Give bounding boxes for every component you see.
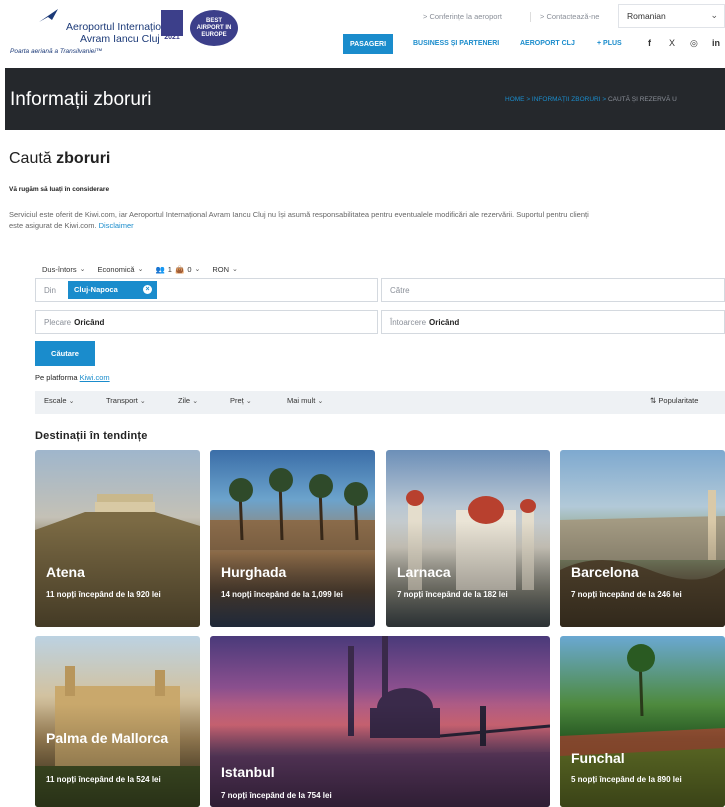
chevron-down-icon: ⌄ xyxy=(710,10,718,20)
chevron-down-icon: ⌄ xyxy=(245,398,252,405)
chevron-down-icon: ⌄ xyxy=(317,398,324,405)
filter-more[interactable]: Mai mult ⌄ xyxy=(287,396,323,409)
trip-type-select[interactable]: Dus-întors ⌄ xyxy=(42,262,85,276)
card-city: Istanbul xyxy=(221,764,275,780)
chevron-down-icon: ⌄ xyxy=(192,398,199,405)
filter-days[interactable]: Zile ⌄ xyxy=(178,396,198,409)
destination-card-barcelona[interactable]: Barcelona 7 nopți începând de la 246 lei xyxy=(560,450,725,627)
bag-icon: 👜 xyxy=(174,264,185,274)
destination-card-istanbul[interactable]: Istanbul 7 nopți începând de la 754 lei xyxy=(210,636,550,807)
language-value: Romanian xyxy=(627,11,666,21)
nav-airport[interactable]: AEROPORT CLJ xyxy=(520,40,575,47)
logo-tagline: Poarta aeriană a Transilvaniei™ xyxy=(10,48,103,55)
destination-field[interactable]: Către xyxy=(381,278,725,302)
platform-credit: Pe platforma Kiwi.com xyxy=(35,373,110,382)
destination-card-palma[interactable]: Palma de Mallorca 11 nopți începând de l… xyxy=(35,636,200,807)
chevron-down-icon: ⌄ xyxy=(194,266,201,273)
x-icon[interactable]: X xyxy=(669,38,675,48)
notice-text: Serviciul este oferit de Kiwi.com, iar A… xyxy=(9,210,589,219)
card-offer: 14 nopți începând de la 1,099 lei xyxy=(221,590,343,599)
sort-popularity[interactable]: ⇅ Popularitate xyxy=(650,396,698,409)
card-city: Funchal xyxy=(571,750,625,766)
passenger-icon: 👥 xyxy=(155,264,165,274)
card-city: Hurghada xyxy=(221,564,287,580)
page-banner: Informații zboruri HOME > INFORMAȚII ZBO… xyxy=(5,68,725,130)
origin-chip[interactable]: Cluj-Napoca × xyxy=(68,281,157,299)
breadcrumb-current: CAUTĂ ȘI REZERVĂ U xyxy=(607,96,677,103)
search-options: Dus-întors ⌄ Economică ⌄ 👥 1 👜 0 ⌄ RON ⌄ xyxy=(42,262,238,276)
filter-stops[interactable]: Escale ⌄ xyxy=(44,396,74,409)
destination-card-funchal[interactable]: Funchal 5 nopți începând de la 890 lei xyxy=(560,636,725,807)
close-icon[interactable]: × xyxy=(143,285,152,294)
site-header: Aeroportul Internațional Avram Iancu Clu… xyxy=(0,0,725,67)
nav-plus[interactable]: + PLUS xyxy=(597,40,622,47)
filter-price[interactable]: Preț ⌄ xyxy=(230,396,252,409)
return-date-field[interactable]: Întoarcere Oricând xyxy=(381,310,725,334)
trending-title: Destinații în tendințe xyxy=(35,430,148,442)
passengers-select[interactable]: 👥 1 👜 0 ⌄ xyxy=(155,262,200,276)
card-offer: 7 nopți începând de la 182 lei xyxy=(397,590,508,599)
linkedin-icon[interactable]: in xyxy=(712,38,720,48)
currency-select[interactable]: RON ⌄ xyxy=(212,262,238,276)
card-offer: 11 nopți începând de la 524 lei xyxy=(46,775,161,784)
departure-date-field[interactable]: Plecare Oricând xyxy=(35,310,378,334)
nav-business[interactable]: BUSINESS ȘI PARTENERI xyxy=(413,40,499,47)
card-offer: 11 nopți începând de la 920 lei xyxy=(46,590,161,599)
nav-passengers[interactable]: PASAGERI xyxy=(343,34,393,54)
notice-text-2: este asigurat de Kiwi.com. Disclaimer xyxy=(9,221,134,230)
disclaimer-link[interactable]: Disclaimer xyxy=(99,221,134,230)
destination-card-atena[interactable]: Atena 11 nopți începând de la 920 lei xyxy=(35,450,200,627)
card-offer: 7 nopți începând de la 754 lei xyxy=(221,791,332,800)
instagram-icon[interactable]: ◎ xyxy=(690,38,698,49)
search-button[interactable]: Căutare xyxy=(35,341,95,366)
breadcrumb-home[interactable]: HOME xyxy=(505,96,525,103)
card-city: Atena xyxy=(46,564,85,580)
filter-transport[interactable]: Transport ⌄ xyxy=(106,396,146,409)
search-heading: Caută zboruri xyxy=(9,150,111,167)
chevron-down-icon: ⌄ xyxy=(139,398,146,405)
language-select[interactable]: Romanian ⌄ xyxy=(618,4,725,28)
award-year: 2021 xyxy=(164,34,180,41)
aci-award-logo xyxy=(161,10,183,36)
link-contact[interactable]: > Contactează-ne xyxy=(540,12,599,21)
breadcrumb: HOME > INFORMAȚII ZBORURI > CAUTĂ ȘI REZ… xyxy=(505,96,677,103)
page-title: Informații zboruri xyxy=(10,89,152,110)
chevron-down-icon: ⌄ xyxy=(232,266,238,273)
card-offer: 5 nopți începând de la 890 lei xyxy=(571,775,682,784)
destination-card-larnaca[interactable]: Larnaca 7 nopți începând de la 182 lei xyxy=(386,450,550,627)
link-conferences[interactable]: > Conferințe la aeroport xyxy=(423,12,502,21)
logo-title: Aeroportul Internațional xyxy=(66,21,176,33)
logo-subtitle: Avram Iancu Cluj xyxy=(80,33,160,45)
facebook-icon[interactable]: f xyxy=(648,38,651,48)
kiwi-link[interactable]: Kiwi.com xyxy=(80,373,110,382)
airport-logo[interactable]: Aeroportul Internațional Avram Iancu Clu… xyxy=(6,6,175,56)
card-offer: 7 nopți începând de la 246 lei xyxy=(571,590,682,599)
results-filter-bar: Escale ⌄ Transport ⌄ Zile ⌄ Preț ⌄ Mai m… xyxy=(35,391,725,414)
chevron-down-icon: ⌄ xyxy=(137,266,144,273)
chevron-down-icon: ⌄ xyxy=(79,266,86,273)
card-city: Palma de Mallorca xyxy=(46,730,169,746)
destination-card-hurghada[interactable]: Hurghada 14 nopți începând de la 1,099 l… xyxy=(210,450,375,627)
plane-icon xyxy=(39,9,58,22)
card-city: Larnaca xyxy=(397,564,451,580)
chevron-down-icon: ⌄ xyxy=(68,398,75,405)
notice-title: Vă rugăm să luați în considerare xyxy=(9,186,110,193)
best-airport-badge: BEST AIRPORT IN EUROPE xyxy=(190,10,238,46)
breadcrumb-flight-info[interactable]: INFORMAȚII ZBORURI xyxy=(532,96,601,103)
sort-icon: ⇅ xyxy=(650,396,657,405)
card-city: Barcelona xyxy=(571,564,639,580)
divider xyxy=(530,12,531,22)
cabin-class-select[interactable]: Economică ⌄ xyxy=(97,262,143,276)
